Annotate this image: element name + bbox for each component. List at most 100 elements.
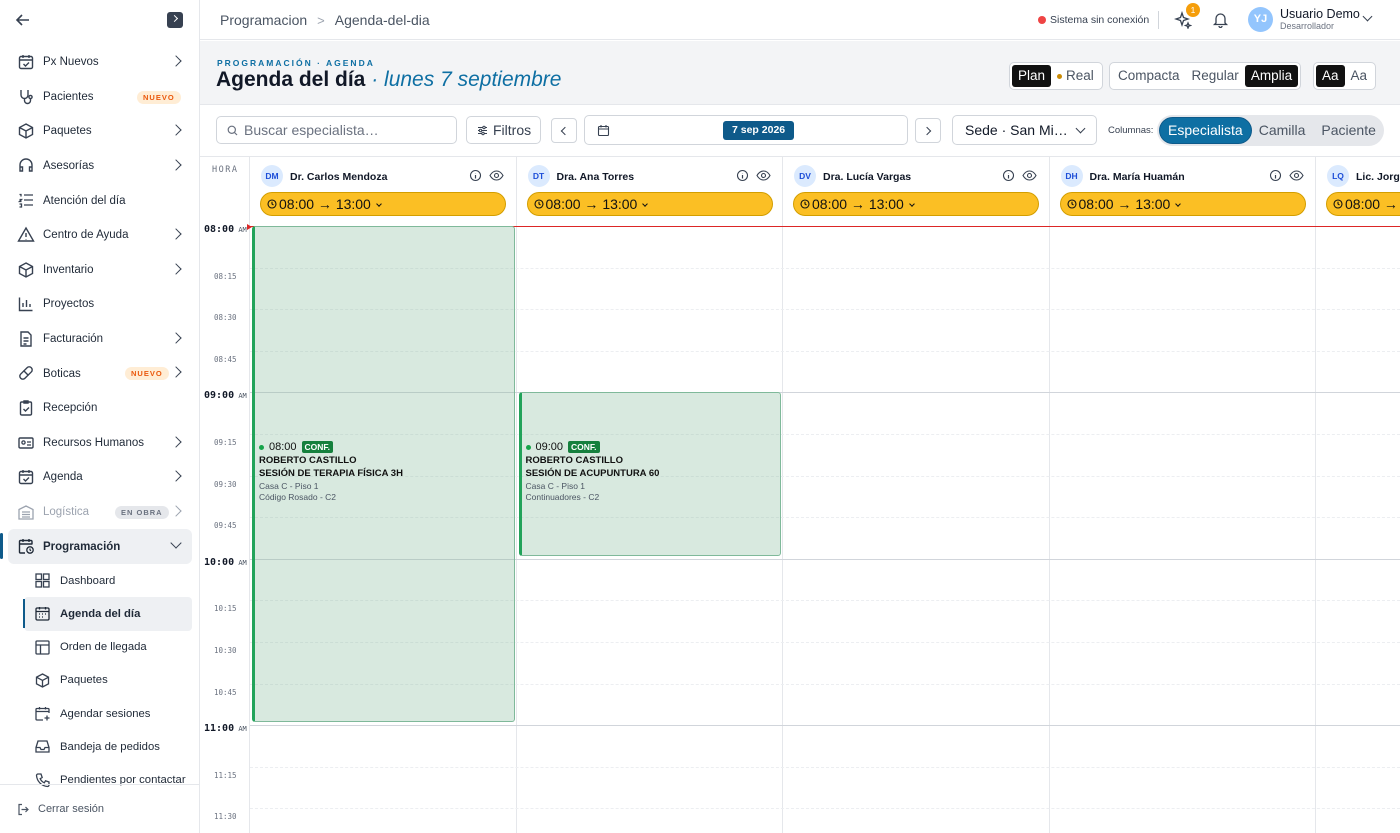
sidebar-item-programacion[interactable]: Programación [0,529,192,564]
font-small-button[interactable]: Aa [1345,65,1374,87]
sidebar-item-atencion-del-dia[interactable]: Atención del día [0,183,200,218]
mode-real-button[interactable]: Real [1051,65,1100,87]
sidebar-item-recursos-humanos[interactable]: Recursos Humanos [0,426,200,461]
time-label: 11:15 [214,771,237,780]
list-ordered-icon [17,194,33,209]
mode-plan-button[interactable]: Plan [1012,65,1052,87]
time-label-text: 08:15 [214,271,237,281]
chevron-right-icon [170,470,182,482]
page-title: Agenda del día · lunes 7 septiembre [216,68,561,92]
sidebar-item-boticas[interactable]: Boticas NUEVO [0,356,200,391]
specialist-avatar: DM [261,165,283,187]
specialist-column[interactable] [783,226,1050,833]
calendar-check-icon [18,55,34,70]
sidebar-item-asesorias[interactable]: Asesorías [0,149,200,184]
sidebar-item-centro-de-ayuda[interactable]: Centro de Ayuda [0,218,200,253]
eye-icon[interactable] [1022,169,1037,182]
package-icon [18,123,34,139]
sidebar-item-inventario[interactable]: Inventario [0,253,200,288]
info-icon[interactable] [1269,169,1282,182]
sidebar-item-agenda[interactable]: Agenda [0,460,200,495]
sidebar-item-px-nuevos[interactable]: Px Nuevos [0,45,200,80]
subitem-orden-de-llegada[interactable]: Orden de llegada [0,631,200,664]
warehouse-icon [18,504,34,520]
sidebar-item-paquetes[interactable]: Paquetes [0,114,200,149]
next-day-button[interactable] [915,118,941,143]
columns-toggle: Especialista Camilla Paciente [1157,115,1384,146]
density-regular-button[interactable]: Regular [1186,65,1245,87]
sidebar-item-label: Programación [43,540,121,553]
bell-icon[interactable] [1212,11,1229,28]
sidebar-item-facturacion[interactable]: Facturación [0,322,200,357]
prev-day-button[interactable] [551,118,577,143]
specialist-column[interactable] [1316,226,1400,833]
appointment-card[interactable]: 08:00 CONF. ROBERTO CASTILLO SESIÓN DE TERA… [252,226,515,723]
breadcrumb-programacion[interactable]: Programacion [220,12,307,28]
columns-patient-button[interactable]: Paciente [1313,118,1383,143]
info-icon[interactable] [1002,169,1015,182]
wip-badge: EN OBRA [115,505,169,519]
user-role: Desarrollador [1280,21,1335,31]
shift-selector[interactable]: 08:00 → 13:00 [1059,192,1306,216]
columns-bed-button[interactable]: Camilla [1251,118,1314,143]
specialist-column-header: DV Dra. Lucía Vargas 08:00 → 13:00 [783,157,1050,226]
time-label-text: 08:45 [214,354,237,364]
columns-specialist-button[interactable]: Especialista [1160,118,1251,143]
chevron-down-icon[interactable] [1362,11,1373,22]
density-wide-button[interactable]: Amplia [1244,65,1299,87]
font-large-button[interactable]: Aa [1316,65,1345,87]
logout-button[interactable]: Cerrar sesión [0,784,200,833]
info-icon[interactable] [469,169,482,182]
time-label-text: 09:00 [204,390,235,402]
filters-button[interactable]: Filtros [466,116,541,144]
eye-icon[interactable] [489,169,504,182]
info-icon[interactable] [736,169,749,182]
sidebar-item-proyectos[interactable]: Proyectos [0,287,200,322]
site-select[interactable]: Sede · San Mi… [952,115,1097,145]
time-label-text: 11:00 [204,723,235,735]
subitem-agenda-del-dia[interactable]: Agenda del día [23,597,192,631]
specialist-column-header: DM Dr. Carlos Mendoza 08:00 → 13:00 [250,157,517,226]
subitem-label: Paquetes [60,674,108,687]
schedule-body: 08:00 CONF. ROBERTO CASTILLO SESIÓN DE TERA… [247,224,1400,833]
sidebar-item-recepcion[interactable]: Recepción [0,391,200,426]
subitem-agendar-sesiones[interactable]: Agendar sesiones [0,697,200,730]
connection-status: Sistema sin conexión [1038,14,1149,26]
search-input[interactable]: Buscar especialista… [216,116,457,144]
sidebar-item-pacientes[interactable]: Pacientes NUEVO [0,80,200,115]
specialist-avatar: DH [1060,165,1083,187]
sidebar-item-logistica[interactable]: Logística EN OBRA [0,495,200,530]
page-header: PROGRAMACIÓN · AGENDA Agenda del día · l… [200,41,1400,105]
subitem-paquetes[interactable]: Paquetes [0,664,200,697]
shift-selector[interactable]: 08:00 → 13:00 [1326,192,1400,216]
collapse-sidebar-icon[interactable] [167,12,183,28]
subitem-bandeja-de-pedidos[interactable]: Bandeja de pedidos [0,730,200,763]
shift-selector[interactable]: 08:00 → 13:00 [526,192,773,216]
time-gridline [250,766,1400,768]
appointment-time-text: 08:00 [269,441,297,453]
appointment-card[interactable]: 09:00 CONF. ROBERTO CASTILLO SESIÓN DE ACUP… [518,392,781,556]
specialist-name[interactable]: Dra. Lucía Vargas [823,171,911,183]
time-label: 08:45 [214,355,237,364]
user-name[interactable]: Usuario Demo [1280,7,1360,21]
density-compact-button[interactable]: Compacta [1112,65,1186,87]
clipboard-check-icon [19,400,33,416]
toolbar: Buscar especialista… Filtros 7 sep 2026 … [200,105,1400,157]
specialist-name[interactable]: Lic. Jorge [1356,171,1400,183]
avatar[interactable]: YJ [1248,7,1273,32]
specialist-name[interactable]: Dr. Carlos Mendoza [290,171,387,183]
specialist-name[interactable]: Dra. María Huamán [1090,171,1185,183]
subitem-dashboard[interactable]: Dashboard [0,564,200,597]
time-gridline [250,808,1400,810]
sidebar-item-label: Atención del día [43,194,126,207]
eye-icon[interactable] [755,169,771,182]
date-picker[interactable]: 7 sep 2026 [584,115,908,145]
eye-icon[interactable] [1288,169,1304,182]
shift-selector[interactable]: 08:00 → 13:00 [793,192,1039,216]
real-dot-icon [1057,73,1063,79]
specialist-name[interactable]: Dra. Ana Torres [557,171,635,183]
chevron-down-icon [376,201,382,207]
specialist-column[interactable] [1050,226,1316,833]
back-arrow-icon[interactable] [14,11,32,29]
shift-selector[interactable]: 08:00 → 13:00 [260,192,506,216]
